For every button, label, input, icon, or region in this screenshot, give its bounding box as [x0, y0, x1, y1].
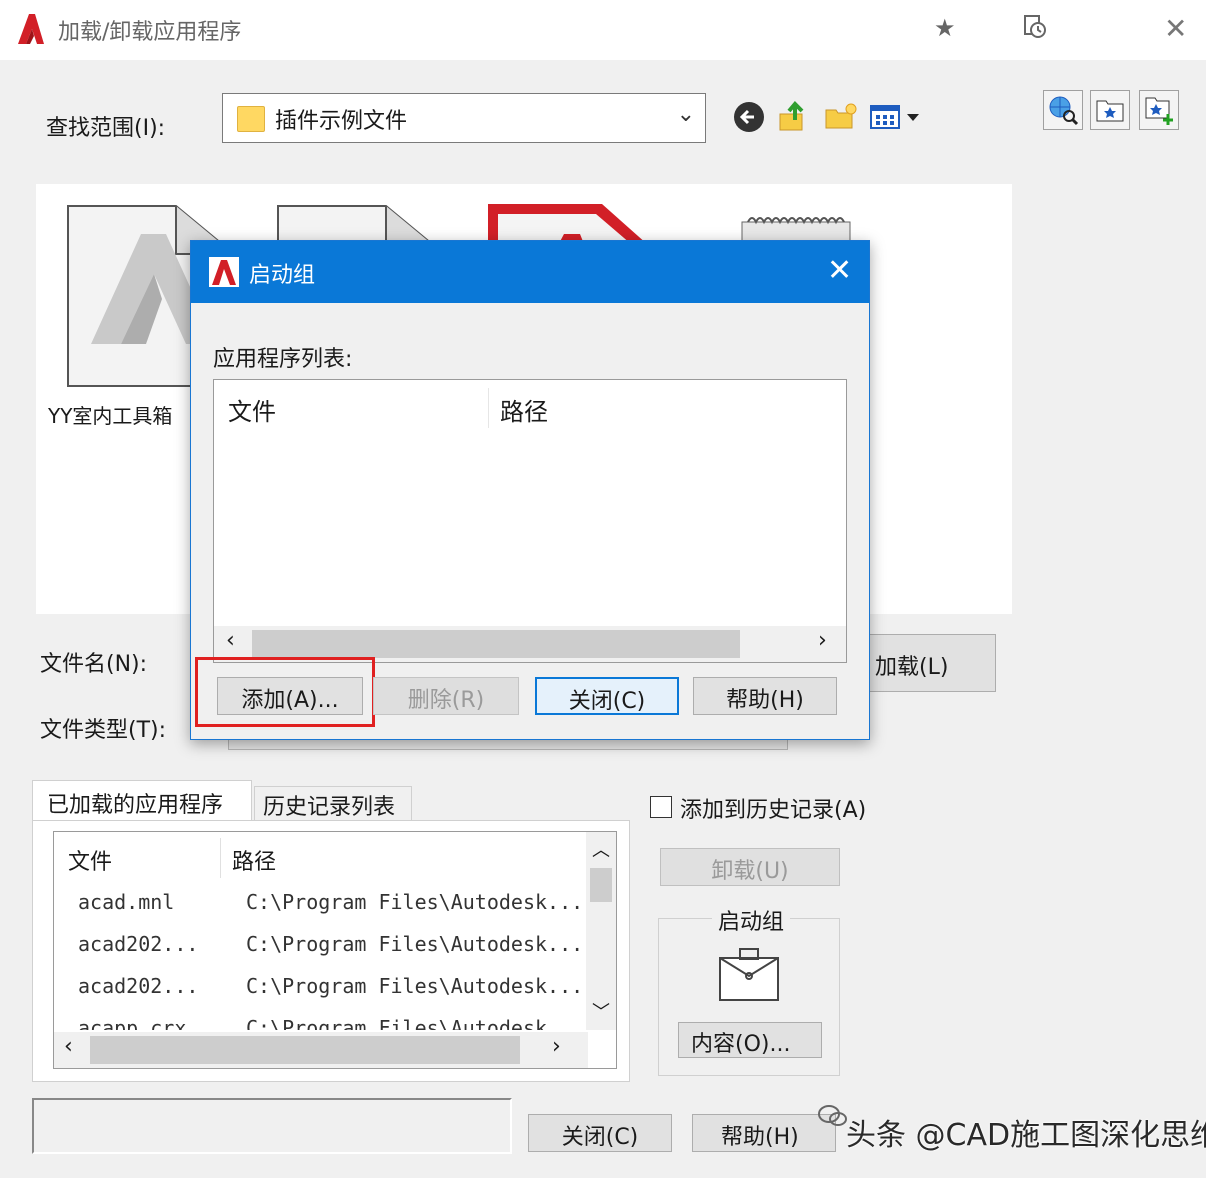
add-to-favorites-button[interactable] — [1139, 90, 1179, 130]
list-item[interactable]: acad202... C:\Program Files\Autodesk... — [54, 928, 584, 968]
lookin-value: 插件示例文件 — [275, 109, 408, 134]
chevron-left-icon[interactable]: ‹ — [226, 628, 235, 653]
tab-history-list[interactable]: 历史记录列表 — [254, 786, 412, 820]
close-button[interactable]: 关闭(C) — [528, 1114, 672, 1152]
dialog-title: 启动组 — [249, 263, 316, 288]
column-divider[interactable] — [488, 388, 489, 428]
dialog-help-button[interactable]: 帮助(H) — [693, 677, 837, 715]
chevron-up-icon[interactable]: ︿ — [592, 836, 610, 862]
star-icon[interactable]: ★ — [934, 14, 956, 42]
watermark-logo-icon — [818, 1105, 847, 1126]
contents-button[interactable]: 内容(O)... — [678, 1022, 822, 1058]
folder-icon — [237, 106, 265, 132]
app-logo-icon — [18, 14, 44, 44]
status-field — [32, 1098, 512, 1154]
favorites-button[interactable] — [1090, 90, 1130, 130]
list-item[interactable]: acad202... C:\Program Files\Autodesk... — [54, 970, 584, 1010]
loaded-applications-list[interactable]: 文件 路径 acad.mnl C:\Program Files\Autodesk… — [53, 831, 617, 1069]
unload-button[interactable]: 卸载(U) — [660, 848, 840, 886]
application-list-label: 应用程序列表: — [213, 347, 353, 372]
search-web-icon — [1049, 96, 1079, 126]
list-item-file: acad.mnl — [78, 890, 175, 914]
help-button[interactable]: 帮助(H) — [692, 1114, 836, 1152]
list-item-file: acapp.crx — [78, 1016, 187, 1030]
add-button[interactable]: 添加(A)... — [217, 677, 363, 715]
tab-loaded-applications[interactable]: 已加载的应用程序 — [32, 780, 252, 822]
horizontal-scrollbar[interactable]: ‹ › — [54, 1032, 588, 1068]
filetype-label: 文件类型(T): — [40, 718, 167, 743]
column-divider[interactable] — [220, 838, 221, 878]
vertical-scrollbar[interactable]: ︿ ﹀ — [586, 832, 616, 1030]
remove-button[interactable]: 删除(R) — [373, 677, 519, 715]
chevron-down-icon: ⌄ — [676, 102, 695, 127]
chevron-right-icon[interactable]: › — [552, 1034, 561, 1059]
views-menu-icon — [870, 105, 919, 129]
list-item-path: C:\Program Files\Autodesk... — [246, 932, 584, 956]
tab-panel: 文件 路径 acad.mnl C:\Program Files\Autodesk… — [32, 820, 630, 1082]
startup-suite-dialog: 启动组 ✕ 应用程序列表: 文件 路径 ‹ › 添加(A)... 删除(R) 关… — [190, 240, 870, 740]
application-list[interactable]: 文件 路径 ‹ › — [213, 379, 847, 663]
startup-suite-title: 启动组 — [712, 904, 791, 936]
column-header-path[interactable]: 路径 — [232, 844, 276, 876]
scrollbar-thumb[interactable] — [90, 1036, 520, 1064]
favorites-icon — [1096, 100, 1124, 122]
lookin-label: 查找范围(I): — [46, 116, 166, 141]
dialog-close-button[interactable]: 关闭(C) — [535, 677, 679, 715]
search-web-button[interactable] — [1043, 90, 1083, 130]
file-label: YY室内工具箱 — [48, 404, 173, 428]
chevron-right-icon[interactable]: › — [818, 628, 827, 653]
app-logo-icon — [209, 257, 239, 287]
chevron-left-icon[interactable]: ‹ — [64, 1034, 73, 1059]
new-folder-button[interactable] — [822, 98, 860, 136]
list-item[interactable]: acapp.crx C:\Program Files\Autodesk — [54, 1012, 580, 1030]
list-item-path: C:\Program Files\Autodesk — [246, 1016, 548, 1030]
back-icon — [734, 102, 764, 132]
chevron-down-icon[interactable]: ﹀ — [592, 998, 610, 1024]
lookin-dropdown[interactable]: 插件示例文件 ⌄ — [222, 93, 706, 143]
window-title: 加载/卸载应用程序 — [58, 20, 242, 45]
up-folder-button[interactable] — [774, 98, 812, 136]
close-icon[interactable]: ✕ — [1164, 12, 1187, 45]
add-to-favorites-icon — [1145, 97, 1173, 125]
list-item[interactable]: acad.mnl C:\Program Files\Autodesk... — [54, 886, 584, 926]
list-item-file: acad202... — [78, 932, 199, 956]
load-button[interactable]: 加载(L) — [866, 634, 996, 692]
new-folder-icon — [825, 103, 857, 129]
back-button[interactable] — [730, 98, 768, 136]
list-item-path: C:\Program Files\Autodesk... — [246, 974, 584, 998]
dialog-title-bar: 启动组 ✕ — [191, 241, 869, 303]
column-header-file[interactable]: 文件 — [228, 392, 276, 427]
add-to-history-checkbox[interactable] — [650, 796, 672, 818]
history-icon[interactable] — [1022, 14, 1048, 40]
column-header-file[interactable]: 文件 — [68, 844, 112, 876]
scrollbar-thumb[interactable] — [590, 868, 612, 902]
close-icon[interactable]: ✕ — [827, 253, 852, 288]
column-header-path[interactable]: 路径 — [500, 392, 548, 427]
add-to-history-label[interactable]: 添加到历史记录(A) — [680, 792, 866, 824]
up-folder-icon — [779, 101, 804, 131]
watermark-text: 头条 @CAD施工图深化思维 — [846, 1118, 1206, 1153]
list-item-path: C:\Program Files\Autodesk... — [246, 890, 584, 914]
briefcase-icon — [719, 948, 779, 1001]
filename-label: 文件名(N): — [40, 652, 148, 677]
list-item-file: acad202... — [78, 974, 199, 998]
scrollbar-thumb[interactable] — [252, 630, 740, 658]
views-menu-button[interactable] — [868, 98, 924, 136]
